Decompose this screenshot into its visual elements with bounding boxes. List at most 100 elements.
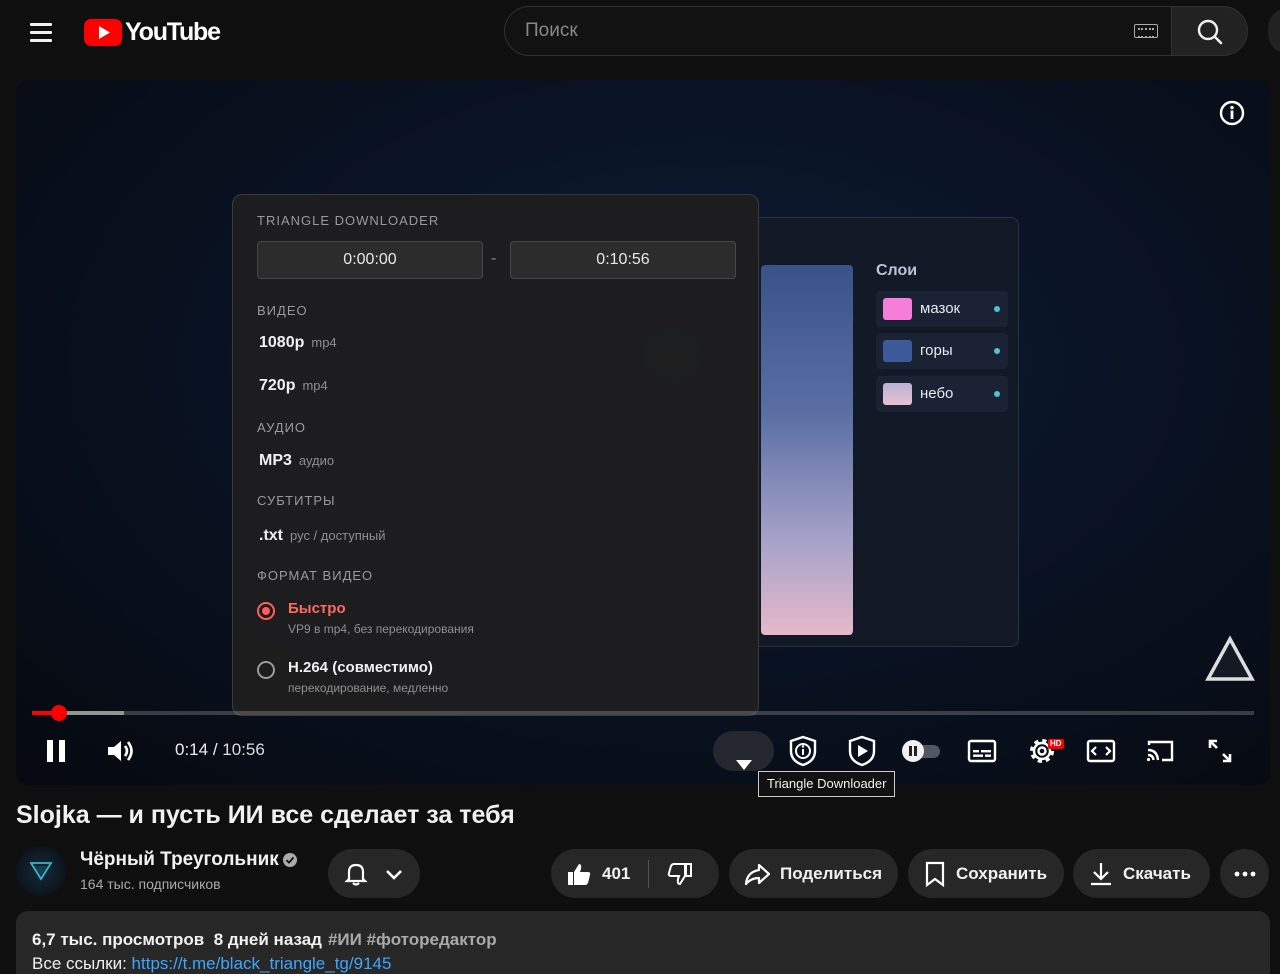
layers-title: Слои bbox=[876, 262, 918, 279]
fullscreen-icon bbox=[1208, 739, 1232, 763]
caret-down-icon bbox=[736, 760, 752, 770]
format-option-h264[interactable]: H.264 (совместимо) перекодирование, медл… bbox=[257, 659, 737, 701]
progress-bar[interactable] bbox=[32, 711, 1254, 715]
pause-button[interactable] bbox=[40, 731, 72, 771]
video-title: Slojka — и пусть ИИ все сделает за тебя bbox=[16, 801, 515, 829]
layer-swatch bbox=[883, 383, 912, 405]
tooltip: Triangle Downloader bbox=[758, 771, 896, 797]
shield-info-icon bbox=[789, 735, 817, 767]
search-input[interactable] bbox=[525, 17, 1105, 45]
logo-text: YouTube bbox=[125, 17, 221, 46]
dislike-button[interactable] bbox=[664, 859, 696, 889]
section-audio-label: АУДИО bbox=[257, 420, 307, 435]
layer-swatch bbox=[883, 340, 912, 362]
settings-button[interactable] bbox=[1026, 731, 1058, 771]
format-sub: перекодирование, медленно bbox=[288, 681, 449, 695]
time-display: 0:14 / 10:56 bbox=[175, 740, 265, 759]
like-count[interactable]: 401 bbox=[602, 864, 630, 884]
subscribe-notifications-button[interactable] bbox=[328, 849, 420, 898]
format-sub: VP9 в mp4, без перекодирования bbox=[288, 622, 474, 636]
youtube-logo[interactable]: YouTube bbox=[84, 17, 221, 46]
autoplay-knob bbox=[902, 740, 924, 762]
channel-avatar[interactable] bbox=[16, 846, 66, 896]
radio-button[interactable] bbox=[257, 602, 275, 620]
search-icon bbox=[1197, 19, 1223, 45]
section-format-label: ФОРМАТ ВИДЕО bbox=[257, 568, 374, 583]
option-720p[interactable]: 720p mp4 bbox=[259, 377, 328, 403]
option-label: 1080p bbox=[259, 334, 305, 351]
download-button[interactable]: Скачать bbox=[1073, 849, 1210, 898]
layer-item: мазок bbox=[876, 291, 1008, 327]
option-sub: mp4 bbox=[311, 335, 337, 350]
like-divider bbox=[648, 860, 649, 888]
format-label: Быстро bbox=[288, 600, 346, 617]
more-actions-button[interactable] bbox=[1220, 849, 1269, 898]
search-button[interactable] bbox=[1171, 6, 1248, 56]
voice-search-button[interactable] bbox=[1268, 8, 1280, 54]
thumbs-down-icon bbox=[667, 863, 692, 886]
upload-date: 8 дней назад bbox=[213, 930, 322, 949]
shield-info-button[interactable] bbox=[786, 731, 820, 771]
layer-visible-dot bbox=[994, 306, 1000, 312]
triangle-downloader-arrow[interactable] bbox=[730, 745, 758, 785]
info-icon[interactable] bbox=[1218, 99, 1246, 127]
layer-item: горы bbox=[876, 333, 1008, 369]
download-icon bbox=[1091, 862, 1111, 885]
subtitles-icon bbox=[967, 739, 997, 763]
start-time-input[interactable] bbox=[257, 241, 483, 279]
description-links: Все ссылки: https://t.me/black_triangle_… bbox=[32, 954, 391, 974]
youtube-play-icon bbox=[84, 18, 122, 46]
keyboard-icon[interactable] bbox=[1134, 24, 1158, 38]
share-icon bbox=[744, 863, 771, 885]
subscriber-count: 164 тыс. подписчиков bbox=[80, 876, 221, 892]
search-box bbox=[504, 6, 1171, 56]
option-label: .txt bbox=[259, 527, 283, 544]
cast-button[interactable] bbox=[1144, 731, 1176, 771]
share-button[interactable]: Поделиться bbox=[729, 849, 898, 898]
shield-play-button[interactable] bbox=[845, 731, 879, 771]
links-prefix: Все ссылки: bbox=[32, 954, 132, 973]
telegram-link[interactable]: https://t.me/black_triangle_tg/9145 bbox=[132, 954, 392, 973]
hd-badge: HD bbox=[1048, 739, 1064, 749]
theater-mode-icon bbox=[1086, 739, 1116, 763]
bookmark-icon bbox=[925, 861, 945, 887]
description-meta: 6,7 тыс. просмотров 8 дней назад #ИИ #фот… bbox=[32, 930, 497, 950]
volume-icon bbox=[108, 741, 133, 761]
option-mp3[interactable]: MP3 аудио bbox=[259, 452, 334, 478]
option-sub: рус / доступный bbox=[290, 528, 386, 543]
fullscreen-button[interactable] bbox=[1204, 731, 1236, 771]
masthead: YouTube bbox=[0, 0, 1280, 64]
save-label: Сохранить bbox=[956, 863, 1048, 883]
layer-label: горы bbox=[920, 342, 953, 359]
triangle-downloader-panel: TRIANGLE DOWNLOADER - ВИДЕО 1080p mp4 720… bbox=[232, 194, 759, 716]
time-range-separator: - bbox=[491, 250, 497, 267]
channel-name[interactable]: Чёрный Треугольник bbox=[80, 849, 279, 871]
thumbs-up-icon[interactable] bbox=[565, 860, 593, 888]
layer-visible-dot bbox=[994, 391, 1000, 397]
format-label: H.264 (совместимо) bbox=[288, 659, 433, 676]
option-1080p[interactable]: 1080p mp4 bbox=[259, 334, 337, 360]
share-label: Поделиться bbox=[780, 863, 883, 883]
pause-icon bbox=[47, 740, 65, 762]
view-count: 6,7 тыс. просмотров bbox=[32, 930, 205, 949]
menu-icon[interactable] bbox=[24, 18, 58, 46]
progress-scrubber[interactable] bbox=[50, 705, 67, 721]
layer-swatch bbox=[883, 298, 912, 320]
option-label: MP3 bbox=[259, 452, 292, 469]
volume-button[interactable] bbox=[102, 731, 140, 771]
radio-button[interactable] bbox=[257, 661, 275, 679]
option-sub: mp4 bbox=[302, 378, 328, 393]
theater-mode-button[interactable] bbox=[1085, 731, 1117, 771]
format-option-fast[interactable]: Быстро VP9 в mp4, без перекодирования bbox=[257, 600, 737, 642]
channel-watermark-triangle-icon[interactable] bbox=[1204, 633, 1256, 685]
video-frame-canvas bbox=[761, 265, 853, 635]
subtitles-button[interactable] bbox=[966, 731, 998, 771]
layer-label: небо bbox=[920, 385, 954, 402]
save-button[interactable]: Сохранить bbox=[908, 849, 1064, 898]
hashtags[interactable]: #ИИ #фоторедактор bbox=[328, 930, 497, 949]
end-time-input[interactable] bbox=[510, 241, 736, 279]
section-video-label: ВИДЕО bbox=[257, 303, 308, 318]
option-sub: аудио bbox=[298, 453, 335, 468]
option-txt[interactable]: .txt рус / доступный bbox=[259, 527, 386, 553]
autoplay-toggle[interactable] bbox=[902, 740, 940, 762]
